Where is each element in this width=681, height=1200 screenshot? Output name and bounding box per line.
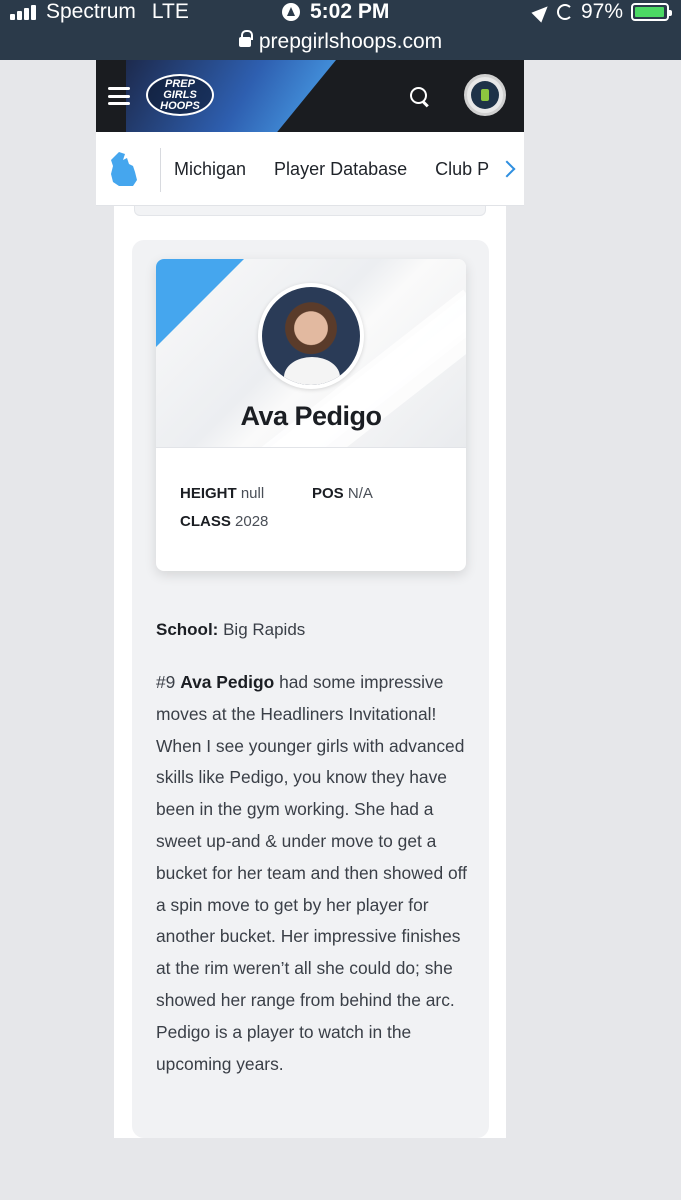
location-icon [531,1,553,23]
previous-card-edge [134,206,486,216]
nav-items: Michigan Player Database Club P [174,132,489,205]
stat-height: HEIGHT null [180,485,265,502]
state-badge-icon[interactable] [464,74,506,116]
status-center: 5:02 PM [282,0,389,24]
nav-divider [160,148,161,192]
profile-divider [156,447,466,448]
url-bar[interactable]: prepgirlshoops.com [0,24,681,60]
status-left: Spectrum LTE [10,0,189,24]
battery-icon [631,3,672,21]
player-profile-card[interactable]: Ava Pedigo HEIGHT null POS N/A CLASS 202… [156,259,466,571]
battery-percent: 97% [580,0,623,23]
player-name: Ava Pedigo [240,401,382,431]
nav-item-michigan[interactable]: Michigan [174,159,246,180]
network-label: LTE [151,0,189,23]
rotation-lock-icon [556,4,573,20]
status-right: 97% [531,0,672,24]
url-domain: prepgirlshoops.com [258,30,443,53]
lock-icon [238,30,253,49]
article-column: Ava Pedigo HEIGHT null POS N/A CLASS 202… [114,206,506,1138]
article-body: #9 Ava Pedigo had some impressive moves … [156,672,467,1074]
hamburger-icon[interactable] [108,87,130,105]
search-icon[interactable] [409,86,431,108]
clock: 5:02 PM [310,0,390,23]
focus-icon [282,3,300,21]
stat-position: POS N/A [312,485,373,502]
nav-item-player-database[interactable]: Player Database [274,159,407,180]
nav-item-club[interactable]: Club P [435,159,489,180]
status-bar: Spectrum LTE 5:02 PM 97% [0,0,681,24]
player-article-card: Ava Pedigo HEIGHT null POS N/A CLASS 202… [132,240,489,1138]
site-header: PREP GIRLS HOOPS [96,60,524,132]
player-avatar [258,283,364,389]
sub-nav: Michigan Player Database Club P [96,132,524,206]
school-line: School: Big Rapids [156,620,306,639]
stat-class: CLASS 2028 [180,513,269,530]
chevron-right-icon[interactable] [494,132,524,205]
carrier-label: Spectrum [46,0,136,23]
site-logo[interactable]: PREP GIRLS HOOPS [146,74,214,116]
signal-icon [10,4,36,20]
michigan-icon[interactable] [109,150,141,188]
